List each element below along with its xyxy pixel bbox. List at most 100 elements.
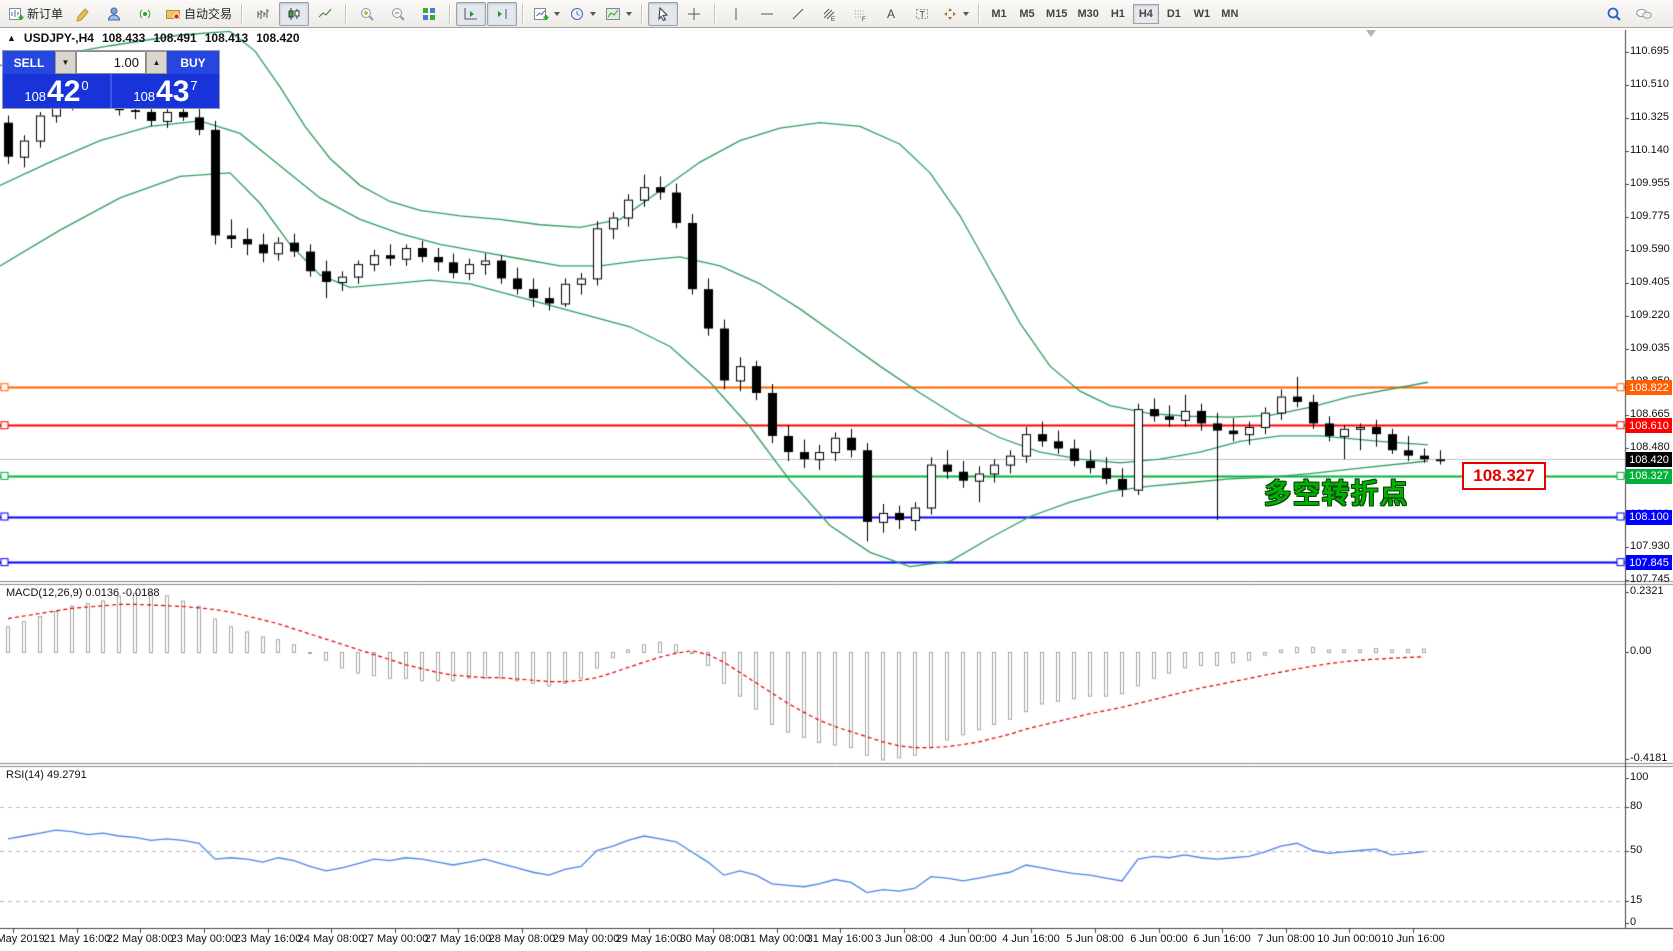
crosshair-button[interactable] xyxy=(679,2,709,26)
svg-text:F: F xyxy=(862,17,866,22)
time-tick-label: 6 Jun 00:00 xyxy=(1130,933,1188,945)
macd-tick-label: 0.2321 xyxy=(1630,585,1664,597)
time-tick-label: 21 May 16:00 xyxy=(44,933,111,945)
tile-windows-button[interactable] xyxy=(414,2,444,26)
zoom-in-button[interactable] xyxy=(352,2,382,26)
text-tool-icon: A xyxy=(883,6,899,22)
price-tick-label: 110.325 xyxy=(1630,111,1669,123)
horizontal-line-tool-button[interactable] xyxy=(752,2,782,26)
time-tick-label: 28 May 08:00 xyxy=(489,933,556,945)
cursor-button[interactable] xyxy=(648,2,678,26)
timeframe-M30[interactable]: M30 xyxy=(1073,4,1102,24)
timeframe-W1[interactable]: W1 xyxy=(1189,4,1215,24)
label-tool-icon: T xyxy=(914,6,930,22)
buy-price-pip: 7 xyxy=(190,78,197,93)
timeframe-H4[interactable]: H4 xyxy=(1133,4,1159,24)
rsi-name: RSI(14) xyxy=(6,769,44,781)
sell-price-pip: 0 xyxy=(81,78,88,93)
arrows-tool-button[interactable] xyxy=(938,2,973,26)
one-click-trading-panel: SELL ▼ 1.00 ▲ BUY 108 42 0 108 43 7 xyxy=(2,50,220,109)
volume-decrease-button[interactable]: ▼ xyxy=(55,51,76,74)
new-order-label: 新订单 xyxy=(27,5,63,22)
rsi-tick-label: 0 xyxy=(1630,916,1636,928)
timeframe-D1[interactable]: D1 xyxy=(1161,4,1187,24)
ohlc-high: 108.491 xyxy=(153,31,196,45)
level-price-tag: 108.100 xyxy=(1626,510,1672,525)
zoom-out-button[interactable] xyxy=(383,2,413,26)
buy-price-big: 43 xyxy=(156,77,189,107)
clock-icon xyxy=(569,6,585,22)
time-tick-label: 6 Jun 16:00 xyxy=(1193,933,1251,945)
vertical-line-tool-button[interactable] xyxy=(721,2,751,26)
timeframe-group: M1M5M15M30H1H4D1W1MN xyxy=(985,4,1244,24)
timeframe-MN[interactable]: MN xyxy=(1217,4,1243,24)
macd-name: MACD(12,26,9) xyxy=(6,587,82,599)
timeframe-M15[interactable]: M15 xyxy=(1042,4,1071,24)
svg-text:T: T xyxy=(920,9,926,19)
price-tick-label: 109.775 xyxy=(1630,210,1670,222)
time-tick-label: 29 May 16:00 xyxy=(616,933,683,945)
chart-symbol-period: USDJPY-,H4 xyxy=(24,31,94,45)
chart-shift-icon xyxy=(494,6,510,22)
buy-button[interactable]: BUY xyxy=(167,51,219,74)
timeframe-H1[interactable]: H1 xyxy=(1105,4,1131,24)
volume-increase-button[interactable]: ▲ xyxy=(146,51,167,74)
crayon-button[interactable] xyxy=(68,2,98,26)
indicators-button[interactable] xyxy=(529,2,564,26)
candlestick-chart-button[interactable] xyxy=(279,2,309,26)
crayon-icon xyxy=(75,6,91,22)
crosshair-icon xyxy=(686,6,702,22)
chart-text-annotation[interactable]: 多空转折点 xyxy=(1264,472,1409,511)
profile-button[interactable] xyxy=(99,2,129,26)
time-tick-label: 7 Jun 08:00 xyxy=(1257,933,1315,945)
chart-shift-button[interactable] xyxy=(487,2,517,26)
autotrade-button[interactable]: 自动交易 xyxy=(161,2,236,26)
collapse-arrow-icon[interactable]: ▲ xyxy=(7,33,16,43)
macd-indicator-label: MACD(12,26,9) 0.0136 -0.0188 xyxy=(6,587,160,599)
chart-title: ▲ USDJPY-,H4 108.433 108.491 108.413 108… xyxy=(7,31,300,45)
new-order-icon xyxy=(8,6,24,22)
level-price-tag: 108.327 xyxy=(1626,469,1672,484)
rsi-tick-label: 80 xyxy=(1630,800,1642,812)
line-chart-button[interactable] xyxy=(310,2,340,26)
new-order-button[interactable]: 新订单 xyxy=(4,2,67,26)
time-tick-label: 23 May 00:00 xyxy=(171,933,238,945)
time-tick-label: 10 Jun 00:00 xyxy=(1317,933,1381,945)
toolbar-right-group xyxy=(1599,2,1659,26)
periods-button[interactable] xyxy=(565,2,600,26)
buy-price-prefix: 108 xyxy=(133,89,155,104)
time-tick-label: 27 May 16:00 xyxy=(425,933,492,945)
toolbar-separator xyxy=(449,4,451,24)
sell-price[interactable]: 108 42 0 xyxy=(3,74,110,108)
boxed-price-label[interactable]: 108.327 xyxy=(1462,462,1546,490)
text-tool-button[interactable]: A xyxy=(876,2,906,26)
trendline-tool-button[interactable] xyxy=(783,2,813,26)
time-tick-label: 10 Jun 16:00 xyxy=(1381,933,1445,945)
grid-tool-button[interactable]: F xyxy=(845,2,875,26)
cursor-icon xyxy=(655,6,671,22)
candlestick-chart-icon xyxy=(286,6,302,22)
price-tick-label: 109.590 xyxy=(1630,243,1670,255)
price-tick-label: 109.405 xyxy=(1630,276,1670,288)
chart-shift-marker-icon[interactable] xyxy=(1366,30,1376,37)
toolbar-separator xyxy=(522,4,524,24)
autoscroll-button[interactable] xyxy=(456,2,486,26)
timeframe-M5[interactable]: M5 xyxy=(1014,4,1040,24)
bar-chart-button[interactable] xyxy=(248,2,278,26)
alerts-button[interactable] xyxy=(130,2,160,26)
time-tick-label: 4 Jun 16:00 xyxy=(1002,933,1060,945)
arrows-icon xyxy=(942,6,958,22)
fibonacci-tool-button[interactable]: E xyxy=(814,2,844,26)
price-tick-label: 109.035 xyxy=(1630,342,1670,354)
label-tool-button[interactable]: T xyxy=(907,2,937,26)
time-tick-label: 24 May 08:00 xyxy=(298,933,365,945)
sell-button[interactable]: SELL xyxy=(3,51,55,74)
templates-button[interactable] xyxy=(601,2,636,26)
timeframe-M1[interactable]: M1 xyxy=(986,4,1012,24)
search-button[interactable] xyxy=(1599,2,1629,26)
buy-price[interactable]: 108 43 7 xyxy=(110,74,219,108)
community-chat-button[interactable] xyxy=(1629,2,1659,26)
chart-canvas[interactable] xyxy=(0,0,1673,951)
volume-input[interactable]: 1.00 xyxy=(76,51,146,74)
autoscroll-icon xyxy=(463,6,479,22)
